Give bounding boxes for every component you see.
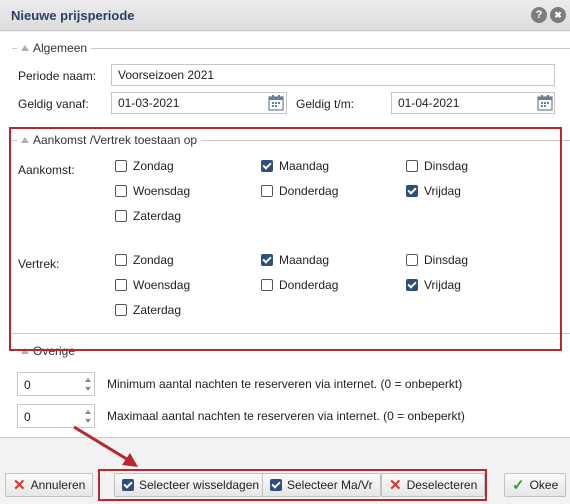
departure-checkbox-dinsdag[interactable]: Dinsdag: [406, 253, 468, 267]
checkbox-checked-icon[interactable]: [261, 160, 273, 172]
departure-day-label: Zaterdag: [133, 303, 182, 317]
departure-checkbox-zaterdag[interactable]: Zaterdag: [115, 303, 181, 317]
checkbox-unchecked-icon[interactable]: [115, 210, 127, 222]
other-fieldset-border: [12, 333, 570, 334]
valid-to-input[interactable]: 01-04-2021: [391, 92, 555, 114]
checkbox-icon: [270, 479, 282, 491]
arrival-day-label: Dinsdag: [424, 159, 469, 173]
checkbox-checked-icon[interactable]: [261, 254, 273, 266]
collapse-triangle-icon: [21, 348, 29, 354]
annotation-arrow-icon: [73, 425, 138, 467]
collapse-triangle-icon: [21, 137, 29, 143]
checkbox-unchecked-icon[interactable]: [261, 185, 273, 197]
checkbox-checked-icon[interactable]: [406, 279, 418, 291]
checkbox-unchecked-icon[interactable]: [115, 279, 127, 291]
close-icon[interactable]: ✖: [550, 7, 566, 23]
period-name-label: Periode naam:: [18, 69, 97, 83]
dialog-title: Nieuwe prijsperiode: [11, 8, 135, 23]
cross-icon: ✕: [389, 476, 402, 494]
collapse-triangle-icon: [21, 45, 29, 51]
departure-checkbox-vrijdag[interactable]: Vrijdag: [406, 278, 461, 292]
arrival-checkbox-maandag[interactable]: Maandag: [261, 159, 329, 173]
valid-from-label: Geldig vanaf:: [18, 97, 89, 111]
valid-to-label: Geldig t/m:: [296, 97, 355, 111]
help-icon[interactable]: ?: [531, 7, 547, 23]
arrival-checkbox-vrijdag[interactable]: Vrijdag: [406, 184, 461, 198]
departure-day-label: Maandag: [279, 253, 330, 267]
max-nights-value: 0: [24, 410, 31, 424]
dialog-content: Algemeen Periode naam: Voorseizoen 2021 …: [0, 32, 570, 438]
departure-day-label: Donderdag: [279, 278, 339, 292]
departure-checkbox-donderdag[interactable]: Donderdag: [261, 278, 338, 292]
valid-from-input[interactable]: 01-03-2021: [111, 92, 287, 114]
departure-checkbox-woensdag[interactable]: Woensdag: [115, 278, 190, 292]
arrival-day-label: Maandag: [279, 159, 330, 173]
ok-button[interactable]: ✓ Okee: [504, 473, 567, 497]
checkbox-checked-icon[interactable]: [406, 185, 418, 197]
general-legend[interactable]: Algemeen: [17, 41, 92, 55]
dialog-titlebar: Nieuwe prijsperiode ? ✖: [0, 0, 570, 31]
checkbox-unchecked-icon[interactable]: [115, 254, 127, 266]
period-name-input[interactable]: Voorseizoen 2021: [111, 64, 555, 86]
checkmark-icon: ✓: [512, 476, 525, 494]
calendar-icon[interactable]: [267, 94, 285, 112]
departure-label: Vertrek:: [18, 257, 60, 271]
arrival-day-label: Donderdag: [279, 184, 339, 198]
departure-day-label: Zondag: [133, 253, 174, 267]
arrival-day-label: Zaterdag: [133, 209, 182, 223]
cancel-button[interactable]: ✕ Annuleren: [5, 473, 94, 497]
arrival-label: Aankomst:: [18, 163, 75, 177]
max-nights-description: Maximaal aantal nachten te reserveren vi…: [107, 409, 465, 423]
general-fieldset-border: [12, 48, 570, 49]
arrival-checkbox-woensdag[interactable]: Woensdag: [115, 184, 190, 198]
increment-icon[interactable]: [85, 410, 91, 414]
decrement-icon[interactable]: [85, 387, 91, 391]
deselect-button[interactable]: ✕ Deselecteren: [381, 473, 486, 497]
arrival-checkbox-zaterdag[interactable]: Zaterdag: [115, 209, 181, 223]
checkbox-unchecked-icon[interactable]: [261, 279, 273, 291]
min-nights-description: Minimum aantal nachten te reserveren via…: [107, 377, 463, 391]
arrival-checkbox-zondag[interactable]: Zondag: [115, 159, 174, 173]
checkbox-unchecked-icon[interactable]: [406, 254, 418, 266]
arrival-checkbox-donderdag[interactable]: Donderdag: [261, 184, 338, 198]
checkbox-unchecked-icon[interactable]: [115, 160, 127, 172]
calendar-icon[interactable]: [536, 94, 554, 112]
checkbox-icon: [122, 479, 134, 491]
min-nights-stepper[interactable]: 0: [17, 372, 95, 396]
arrival-day-label: Zondag: [133, 159, 174, 173]
departure-checkbox-zondag[interactable]: Zondag: [115, 253, 174, 267]
cross-icon: ✕: [13, 476, 26, 494]
checkbox-unchecked-icon[interactable]: [115, 185, 127, 197]
other-legend[interactable]: Overige: [17, 344, 79, 358]
departure-checkbox-maandag[interactable]: Maandag: [261, 253, 329, 267]
arrival-day-label: Woensdag: [133, 184, 191, 198]
arrival-checkbox-dinsdag[interactable]: Dinsdag: [406, 159, 468, 173]
select-mon-fri-button[interactable]: Selecteer Ma/Vr: [262, 473, 381, 497]
checkbox-unchecked-icon[interactable]: [406, 160, 418, 172]
checkbox-unchecked-icon[interactable]: [115, 304, 127, 316]
increment-icon[interactable]: [85, 378, 91, 382]
departure-day-label: Dinsdag: [424, 253, 469, 267]
select-changeover-button[interactable]: Selecteer wisseldagen: [114, 473, 268, 497]
departure-day-label: Vrijdag: [424, 278, 461, 292]
min-nights-value: 0: [24, 378, 31, 392]
departure-day-label: Woensdag: [133, 278, 191, 292]
arrival-day-label: Vrijdag: [424, 184, 461, 198]
arrival-departure-legend[interactable]: Aankomst /Vertrek toestaan op: [17, 133, 202, 147]
